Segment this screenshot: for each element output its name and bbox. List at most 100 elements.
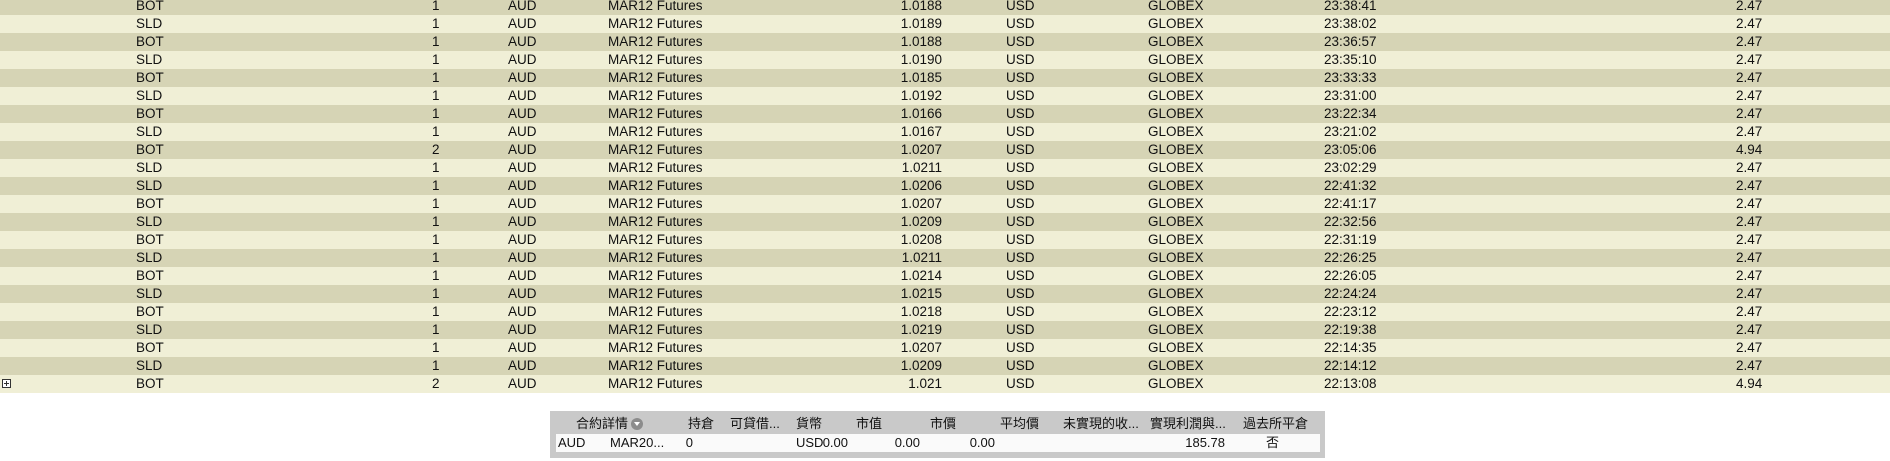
trade-row[interactable]: BOT 1 AUD MAR12 Futures 1.0166 USD GLOBEX 23:22… <box>0 105 1890 123</box>
market-value-header[interactable]: 市值 <box>856 415 882 433</box>
trade-row[interactable]: SLD 1 AUD MAR12 Futures 1.0192 USD GLOBEX 23:31… <box>0 87 1890 105</box>
trade-row[interactable]: SLD 1 AUD MAR12 Futures 1.0190 USD GLOBEX 23:35… <box>0 51 1890 69</box>
commission-cell: 2.47 <box>1736 286 1763 301</box>
time-cell: 23:05:06 <box>1324 142 1377 157</box>
price-cell: 1.0219 <box>900 322 942 337</box>
exchange-cell: GLOBEX <box>1148 160 1204 175</box>
exchange-close-cell: 否 <box>1266 435 1280 450</box>
trade-row[interactable]: BOT 1 AUD MAR12 Futures 1.0185 USD GLOBEX 23:33… <box>0 69 1890 87</box>
exchange-cell: GLOBEX <box>1148 88 1204 103</box>
description-cell: MAR12 Futures <box>608 124 703 139</box>
action-cell: SLD <box>136 178 163 193</box>
trade-row[interactable]: SLD 1 AUD MAR12 Futures 1.0206 USD GLOBEX 22:41… <box>0 177 1890 195</box>
sort-dropdown-icon[interactable] <box>631 418 644 430</box>
currency-header[interactable]: 貨幣 <box>796 415 822 433</box>
quantity-cell: 1 <box>432 16 440 31</box>
contract-details-header[interactable]: 合約詳情 <box>576 415 644 433</box>
avg-price-header[interactable]: 平均價 <box>1000 415 1039 433</box>
exchange-cell: GLOBEX <box>1148 0 1204 13</box>
symbol-cell: AUD <box>508 0 537 13</box>
currency-cell: USD <box>1006 16 1035 31</box>
trade-row[interactable]: SLD 1 AUD MAR12 Futures 1.0209 USD GLOBEX 22:14… <box>0 357 1890 375</box>
price-cell: 1.0206 <box>900 178 942 193</box>
exchange-cell: GLOBEX <box>1148 52 1204 67</box>
exchange-cell: GLOBEX <box>1148 376 1204 391</box>
action-cell: BOT <box>136 0 164 13</box>
exchange-cell: GLOBEX <box>1148 178 1204 193</box>
trade-row[interactable]: BOT 1 AUD MAR12 Futures 1.0208 USD GLOBEX 22:31… <box>0 231 1890 249</box>
time-cell: 22:13:08 <box>1324 376 1377 391</box>
action-cell: SLD <box>136 286 163 301</box>
trade-row[interactable]: SLD 1 AUD MAR12 Futures 1.0215 USD GLOBEX 22:24… <box>0 285 1890 303</box>
time-cell: 23:21:02 <box>1324 124 1377 139</box>
trade-row[interactable]: BOT 1 AUD MAR12 Futures 1.0207 USD GLOBEX 22:14… <box>0 339 1890 357</box>
quantity-cell: 1 <box>432 160 440 175</box>
price-cell: 1.0207 <box>900 340 942 355</box>
description-cell: MAR12 Futures <box>608 268 703 283</box>
exchange-cell: GLOBEX <box>1148 250 1204 265</box>
quantity-cell: 1 <box>432 34 440 49</box>
price-cell: 1.0207 <box>900 142 942 157</box>
time-cell: 22:41:32 <box>1324 178 1377 193</box>
currency-cell: USD <box>1006 70 1035 85</box>
symbol-cell: AUD <box>508 16 537 31</box>
available-header[interactable]: 可貸借... <box>730 415 780 433</box>
expand-plus-icon[interactable] <box>2 379 11 388</box>
trade-row[interactable]: SLD 1 AUD MAR12 Futures 1.0219 USD GLOBEX 22:19… <box>0 321 1890 339</box>
description-cell: MAR12 Futures <box>608 286 703 301</box>
description-cell: MAR12 Futures <box>608 322 703 337</box>
time-cell: 23:35:10 <box>1324 52 1377 67</box>
quantity-cell: 1 <box>432 268 440 283</box>
time-cell: 23:33:33 <box>1324 70 1377 85</box>
contract-cell: MAR20... <box>610 435 665 450</box>
currency-cell: USD <box>1006 52 1035 67</box>
trade-row[interactable]: BOT 1 AUD MAR12 Futures 1.0218 USD GLOBEX 22:23… <box>0 303 1890 321</box>
trade-row[interactable]: BOT 1 AUD MAR12 Futures 1.0188 USD GLOBEX 23:38… <box>0 0 1890 15</box>
price-cell: 1.0215 <box>900 286 942 301</box>
quantity-cell: 1 <box>432 304 440 319</box>
action-cell: SLD <box>136 52 163 67</box>
action-cell: SLD <box>136 250 163 265</box>
trade-row[interactable]: SLD 1 AUD MAR12 Futures 1.0167 USD GLOBEX 23:21… <box>0 123 1890 141</box>
exchange-close-header[interactable]: 過去所平倉 <box>1243 415 1308 433</box>
trade-row[interactable]: BOT 2 AUD MAR12 Futures 1.0207 USD GLOBEX 23:05… <box>0 141 1890 159</box>
time-cell: 23:38:02 <box>1324 16 1377 31</box>
action-cell: SLD <box>136 88 163 103</box>
commission-cell: 2.47 <box>1736 70 1763 85</box>
market-price-header[interactable]: 市價 <box>930 415 956 433</box>
symbol-cell: AUD <box>508 304 537 319</box>
symbol-cell: AUD <box>508 232 537 247</box>
position-header[interactable]: 持倉 <box>688 415 714 433</box>
action-cell: BOT <box>136 340 164 355</box>
portfolio-panel: 合約詳情 持倉 可貸借... 貨幣 市值 市價 平均價 未實現的收... 實現利… <box>550 411 1325 458</box>
realized-pnl-header[interactable]: 實現利潤與... <box>1150 415 1226 433</box>
time-cell: 23:31:00 <box>1324 88 1377 103</box>
time-cell: 22:14:35 <box>1324 340 1377 355</box>
trade-row[interactable]: SLD 1 AUD MAR12 Futures 1.0209 USD GLOBEX 22:32… <box>0 213 1890 231</box>
symbol-cell: AUD <box>508 70 537 85</box>
action-cell: BOT <box>136 106 164 121</box>
symbol-cell: AUD <box>508 358 537 373</box>
exchange-cell: GLOBEX <box>1148 304 1204 319</box>
symbol-cell: AUD <box>508 268 537 283</box>
exchange-cell: GLOBEX <box>1148 232 1204 247</box>
trade-row[interactable]: SLD 1 AUD MAR12 Futures 1.0211 USD GLOBEX 22:26… <box>0 249 1890 267</box>
time-cell: 22:32:56 <box>1324 214 1377 229</box>
time-cell: 22:26:25 <box>1324 250 1377 265</box>
symbol-cell: AUD <box>508 88 537 103</box>
symbol-cell: AUD <box>508 142 537 157</box>
portfolio-position-row[interactable]: AUD MAR20... 0 USD 0.00 0.00 0.00 185.78… <box>556 434 1320 452</box>
price-cell: 1.0207 <box>900 196 942 211</box>
quantity-cell: 1 <box>432 124 440 139</box>
action-cell: BOT <box>136 232 164 247</box>
commission-cell: 2.47 <box>1736 106 1763 121</box>
description-cell: MAR12 Futures <box>608 106 703 121</box>
trade-row[interactable]: BOT 1 AUD MAR12 Futures 1.0188 USD GLOBEX 23:36… <box>0 33 1890 51</box>
trade-row[interactable]: BOT 1 AUD MAR12 Futures 1.0214 USD GLOBEX 22:26… <box>0 267 1890 285</box>
trade-row[interactable]: BOT 2 AUD MAR12 Futures 1.021 USD GLOBEX 22:13:… <box>0 375 1890 393</box>
trade-row[interactable]: SLD 1 AUD MAR12 Futures 1.0189 USD GLOBEX 23:38… <box>0 15 1890 33</box>
price-cell: 1.0218 <box>900 304 942 319</box>
unrealized-pnl-header[interactable]: 未實現的收... <box>1063 415 1139 433</box>
trade-row[interactable]: SLD 1 AUD MAR12 Futures 1.0211 USD GLOBEX 23:02… <box>0 159 1890 177</box>
trade-row[interactable]: BOT 1 AUD MAR12 Futures 1.0207 USD GLOBEX 22:41… <box>0 195 1890 213</box>
